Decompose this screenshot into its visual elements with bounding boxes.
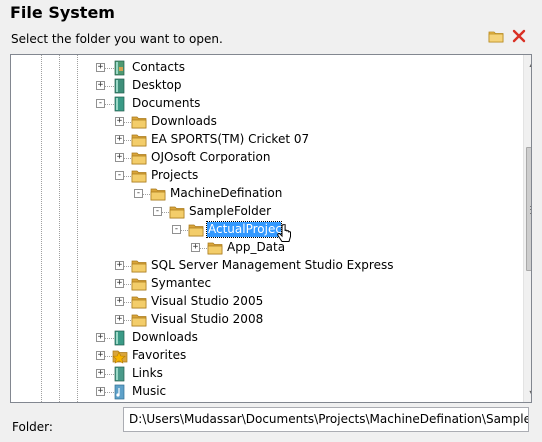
folder-icon [150,186,166,202]
folder-icon [169,204,185,220]
collapse-icon[interactable]: - [115,171,124,180]
collapse-icon[interactable]: - [172,225,181,234]
expand-icon[interactable]: + [115,315,124,324]
folder-icon [131,276,147,292]
tree-item[interactable]: - ActualProject [11,221,511,239]
documents-icon [112,96,128,112]
folder-icon [131,258,147,274]
tree-item-label[interactable]: Contacts [131,60,186,75]
tree-item[interactable]: - Documents [11,95,511,113]
desktop-icon [112,78,128,94]
expand-icon[interactable]: + [115,261,124,270]
vertical-scrollbar[interactable]: ▲ ▼ [523,55,531,402]
tree-item[interactable]: + Music [11,383,511,401]
expand-icon[interactable]: + [96,369,105,378]
tree-item[interactable]: + Links [11,365,511,383]
tree-item-label[interactable]: App_Data [226,240,286,255]
close-icon [512,29,526,43]
tree-item[interactable]: - Projects [11,167,511,185]
expand-icon[interactable]: + [115,135,124,144]
tree-item-label[interactable]: Visual Studio 2008 [150,312,264,327]
expand-icon[interactable]: + [191,243,200,252]
tree-item-label[interactable]: Symantec [150,276,212,291]
favorites-icon [112,348,128,364]
dialog-subtitle: Select the folder you want to open. [11,32,223,46]
folder-icon [131,132,147,148]
tree-item[interactable]: + EA SPORTS(TM) Cricket 07 [11,131,511,149]
folder-icon [488,31,504,43]
tree-item-label[interactable]: Links [131,366,164,381]
tree-item-label[interactable]: Favorites [131,348,187,363]
folder-icon [131,294,147,310]
tree-item[interactable]: - MachineDefination [11,185,511,203]
expand-icon[interactable]: + [115,153,124,162]
collapse-icon[interactable]: - [96,99,105,108]
folder-icon [207,240,223,256]
tree-item-label[interactable]: SampleFolder [188,204,272,219]
tree-item-label[interactable]: Desktop [131,78,183,93]
expand-icon[interactable]: + [96,387,105,396]
tree-item-label-selected[interactable]: ActualProject [206,221,282,238]
tree-item-label[interactable]: SQL Server Management Studio Express [150,258,394,273]
tree-item[interactable]: + Desktop [11,77,511,95]
close-button[interactable] [511,28,527,44]
scroll-down-button[interactable]: ▼ [524,385,531,402]
tree-item-label[interactable]: Documents [131,96,201,111]
tree-item[interactable]: + SQL Server Management Studio Express [11,257,511,275]
tree-item-label[interactable]: EA SPORTS(TM) Cricket 07 [150,132,310,147]
dialog-title: File System [10,3,115,22]
folder-icon [131,312,147,328]
folder-path-field[interactable]: D:\Users\Mudassar\Documents\Projects\Mac… [123,407,529,432]
expand-icon[interactable]: + [96,81,105,90]
tree-item[interactable]: + Favorites [11,347,511,365]
tree-item[interactable]: + OJOsoft Corporation [11,149,511,167]
tree-item[interactable]: + Downloads [11,329,511,347]
expand-icon[interactable]: + [96,333,105,342]
tree-item[interactable]: + Contacts [11,59,511,77]
tree-item[interactable]: + Symantec [11,275,511,293]
tree-item-label[interactable]: Downloads [150,114,218,129]
contacts-icon [112,60,128,76]
grip-icon [530,206,531,214]
expand-icon[interactable]: + [96,63,105,72]
expand-icon[interactable]: + [115,117,124,126]
tree-item[interactable]: + Visual Studio 2005 [11,293,511,311]
folder-label: Folder: [12,420,53,434]
folder-icon [131,168,147,184]
folder-icon [131,114,147,130]
folder-icon [131,150,147,166]
tree-item[interactable]: + Visual Studio 2008 [11,311,511,329]
expand-icon[interactable]: + [115,279,124,288]
tree-item-label[interactable]: Music [131,384,167,399]
tree-item[interactable]: + Downloads [11,113,511,131]
folder-icon [188,222,204,238]
tree-item-label[interactable]: Downloads [131,330,199,345]
tree-item-label[interactable]: MachineDefination [169,186,283,201]
collapse-icon[interactable]: - [153,207,162,216]
tree-item[interactable]: - SampleFolder [11,203,511,221]
expand-icon[interactable]: + [115,297,124,306]
tree-item-label[interactable]: Visual Studio 2005 [150,294,264,309]
downloads-icon [112,330,128,346]
expand-icon[interactable]: + [96,351,105,360]
new-folder-button[interactable] [488,28,504,44]
folder-tree[interactable]: + Contacts + Desktop - Documents + Downloads + EA… [10,54,532,403]
tree-item-label[interactable]: OJOsoft Corporation [150,150,271,165]
scroll-up-button[interactable]: ▲ [524,55,531,72]
music-icon [112,384,128,400]
tree-item-label[interactable]: Projects [150,168,199,183]
collapse-icon[interactable]: - [134,189,143,198]
scrollbar-thumb[interactable] [526,147,531,271]
tree-item[interactable]: + App_Data [11,239,511,257]
links-icon [112,366,128,382]
